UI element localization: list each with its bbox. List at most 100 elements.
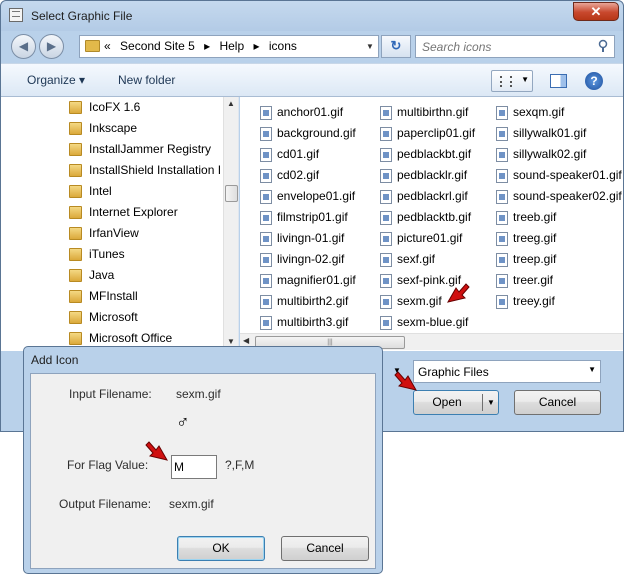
file-name: cd02.gif xyxy=(277,168,320,182)
tree-folder-label: Internet Explorer xyxy=(89,205,178,219)
file-name: sexm-blue.gif xyxy=(397,315,469,329)
file-name: anchor01.gif xyxy=(277,105,344,119)
tree-folder-label: Inkscape xyxy=(89,121,138,135)
gif-file-icon xyxy=(260,211,272,225)
breadcrumb-help[interactable]: Help xyxy=(219,39,244,53)
gif-file-icon xyxy=(260,316,272,330)
file-name: livingn-01.gif xyxy=(277,231,345,245)
dialog-title: Add Icon xyxy=(31,353,79,367)
tree-folder-label: Microsoft xyxy=(89,310,138,324)
breadcrumb-second-site[interactable]: Second Site 5 xyxy=(120,39,195,53)
file-name: envelope01.gif xyxy=(277,189,356,203)
new-folder-button[interactable]: New folder xyxy=(118,73,175,87)
gif-file-icon xyxy=(496,232,508,246)
navigation-bar: ◀ ▶ « Second Site 5 ▸ Help ▸ icons ▼ ↻ xyxy=(1,31,623,63)
input-filename-value: sexm.gif xyxy=(176,387,221,401)
chevron-down-icon[interactable]: ▼ xyxy=(588,365,596,374)
help-icon[interactable]: ? xyxy=(585,72,603,90)
scroll-down-icon[interactable]: ▼ xyxy=(227,337,235,346)
gif-file-icon xyxy=(496,295,508,309)
tree-folder-label: IrfanView xyxy=(89,226,139,240)
scroll-thumb[interactable] xyxy=(225,185,238,202)
folder-icon xyxy=(69,311,82,324)
flag-value-input[interactable] xyxy=(171,455,217,479)
gif-file-icon xyxy=(260,274,272,288)
chevron-down-icon[interactable]: ▼ xyxy=(362,36,378,57)
add-icon-dialog: Add Icon Input Filename: sexm.gif ♂ For … xyxy=(23,346,383,574)
file-name: treep.gif xyxy=(513,252,557,266)
gif-file-icon xyxy=(380,211,392,225)
gif-file-icon xyxy=(260,148,272,162)
folder-icon xyxy=(69,164,82,177)
forward-button[interactable]: ▶ xyxy=(39,34,64,59)
breadcrumb-separator[interactable]: ▸ xyxy=(254,39,260,53)
folder-icon xyxy=(69,206,82,219)
file-name: pedblacktb.gif xyxy=(397,210,472,224)
cancel-button[interactable]: Cancel xyxy=(514,390,601,415)
gif-file-icon xyxy=(496,190,508,204)
chevron-down-icon[interactable]: ▼ xyxy=(521,75,529,84)
tree-folder-label: Microsoft Office xyxy=(89,331,173,345)
title-bar: Select Graphic File ✕ xyxy=(1,1,623,31)
toolbar: Organize ▾ New folder ▼ ? xyxy=(1,63,623,97)
address-bar[interactable]: « Second Site 5 ▸ Help ▸ icons ▼ xyxy=(79,35,379,58)
folder-icon xyxy=(69,290,82,303)
gif-file-icon xyxy=(380,190,392,204)
search-icon[interactable] xyxy=(597,39,609,53)
file-name: magnifier01.gif xyxy=(277,273,356,287)
male-symbol-icon: ♂ xyxy=(176,412,190,432)
window-title: Select Graphic File xyxy=(31,9,133,23)
file-name: sillywalk01.gif xyxy=(513,126,587,140)
refresh-button[interactable]: ↻ xyxy=(381,35,411,58)
gif-file-icon xyxy=(260,295,272,309)
gif-file-icon xyxy=(260,106,272,120)
file-name: pedblackbt.gif xyxy=(397,147,472,161)
gif-file-icon xyxy=(496,253,508,267)
tree-folder-label: Intel xyxy=(89,184,112,198)
file-type-select[interactable]: Graphic Files ▼ xyxy=(413,360,601,383)
breadcrumb-icons[interactable]: icons xyxy=(269,39,297,53)
open-button[interactable]: Open ▼ xyxy=(413,390,499,415)
tree-folder-label: iTunes xyxy=(89,247,125,261)
file-name: multibirth3.gif xyxy=(277,315,349,329)
organize-menu[interactable]: Organize ▾ xyxy=(27,73,85,87)
gif-file-icon xyxy=(380,232,392,246)
file-type-value: Graphic Files xyxy=(418,365,489,379)
input-filename-label: Input Filename: xyxy=(69,387,152,401)
gif-file-icon xyxy=(496,106,508,120)
gif-file-icon xyxy=(260,127,272,141)
preview-pane-icon[interactable] xyxy=(550,74,567,88)
breadcrumb: « Second Site 5 ▸ Help ▸ icons xyxy=(104,39,303,53)
search-box[interactable] xyxy=(415,35,615,58)
vertical-scrollbar[interactable]: ▲ ▼ xyxy=(223,97,238,351)
scroll-left-icon[interactable]: ◀ xyxy=(243,336,249,345)
gif-file-icon xyxy=(260,232,272,246)
gif-file-icon xyxy=(496,169,508,183)
breadcrumb-separator[interactable]: ▸ xyxy=(204,39,210,53)
tree-folder-label: Java xyxy=(89,268,115,282)
breadcrumb-overflow[interactable]: « xyxy=(104,39,111,53)
folder-icon xyxy=(69,227,82,240)
close-button[interactable]: ✕ xyxy=(573,2,619,21)
folder-icon xyxy=(69,143,82,156)
dialog-cancel-button[interactable]: Cancel xyxy=(281,536,369,561)
search-input[interactable] xyxy=(420,39,590,55)
file-name: treeg.gif xyxy=(513,231,557,245)
chevron-down-icon[interactable]: ▼ xyxy=(487,391,495,414)
file-name: multibirth2.gif xyxy=(277,294,349,308)
scroll-up-icon[interactable]: ▲ xyxy=(227,99,235,108)
file-list: anchor01.gif background.gif cd01.gif cd02.g… xyxy=(240,97,623,351)
back-button[interactable]: ◀ xyxy=(11,34,36,59)
file-name: filmstrip01.gif xyxy=(277,210,348,224)
file-name: background.gif xyxy=(277,126,356,140)
file-name: livingn-02.gif xyxy=(277,252,345,266)
tree-folder-label: MFInstall xyxy=(89,289,138,303)
gif-file-icon xyxy=(380,274,392,288)
window-icon xyxy=(9,8,23,22)
folder-icon xyxy=(69,185,82,198)
change-view-button[interactable]: ▼ xyxy=(491,70,533,92)
file-name: pedblackrl.gif xyxy=(397,189,468,203)
gif-file-icon xyxy=(496,274,508,288)
ok-button[interactable]: OK xyxy=(177,536,265,561)
tree-folder-label: IcoFX 1.6 xyxy=(89,100,141,114)
